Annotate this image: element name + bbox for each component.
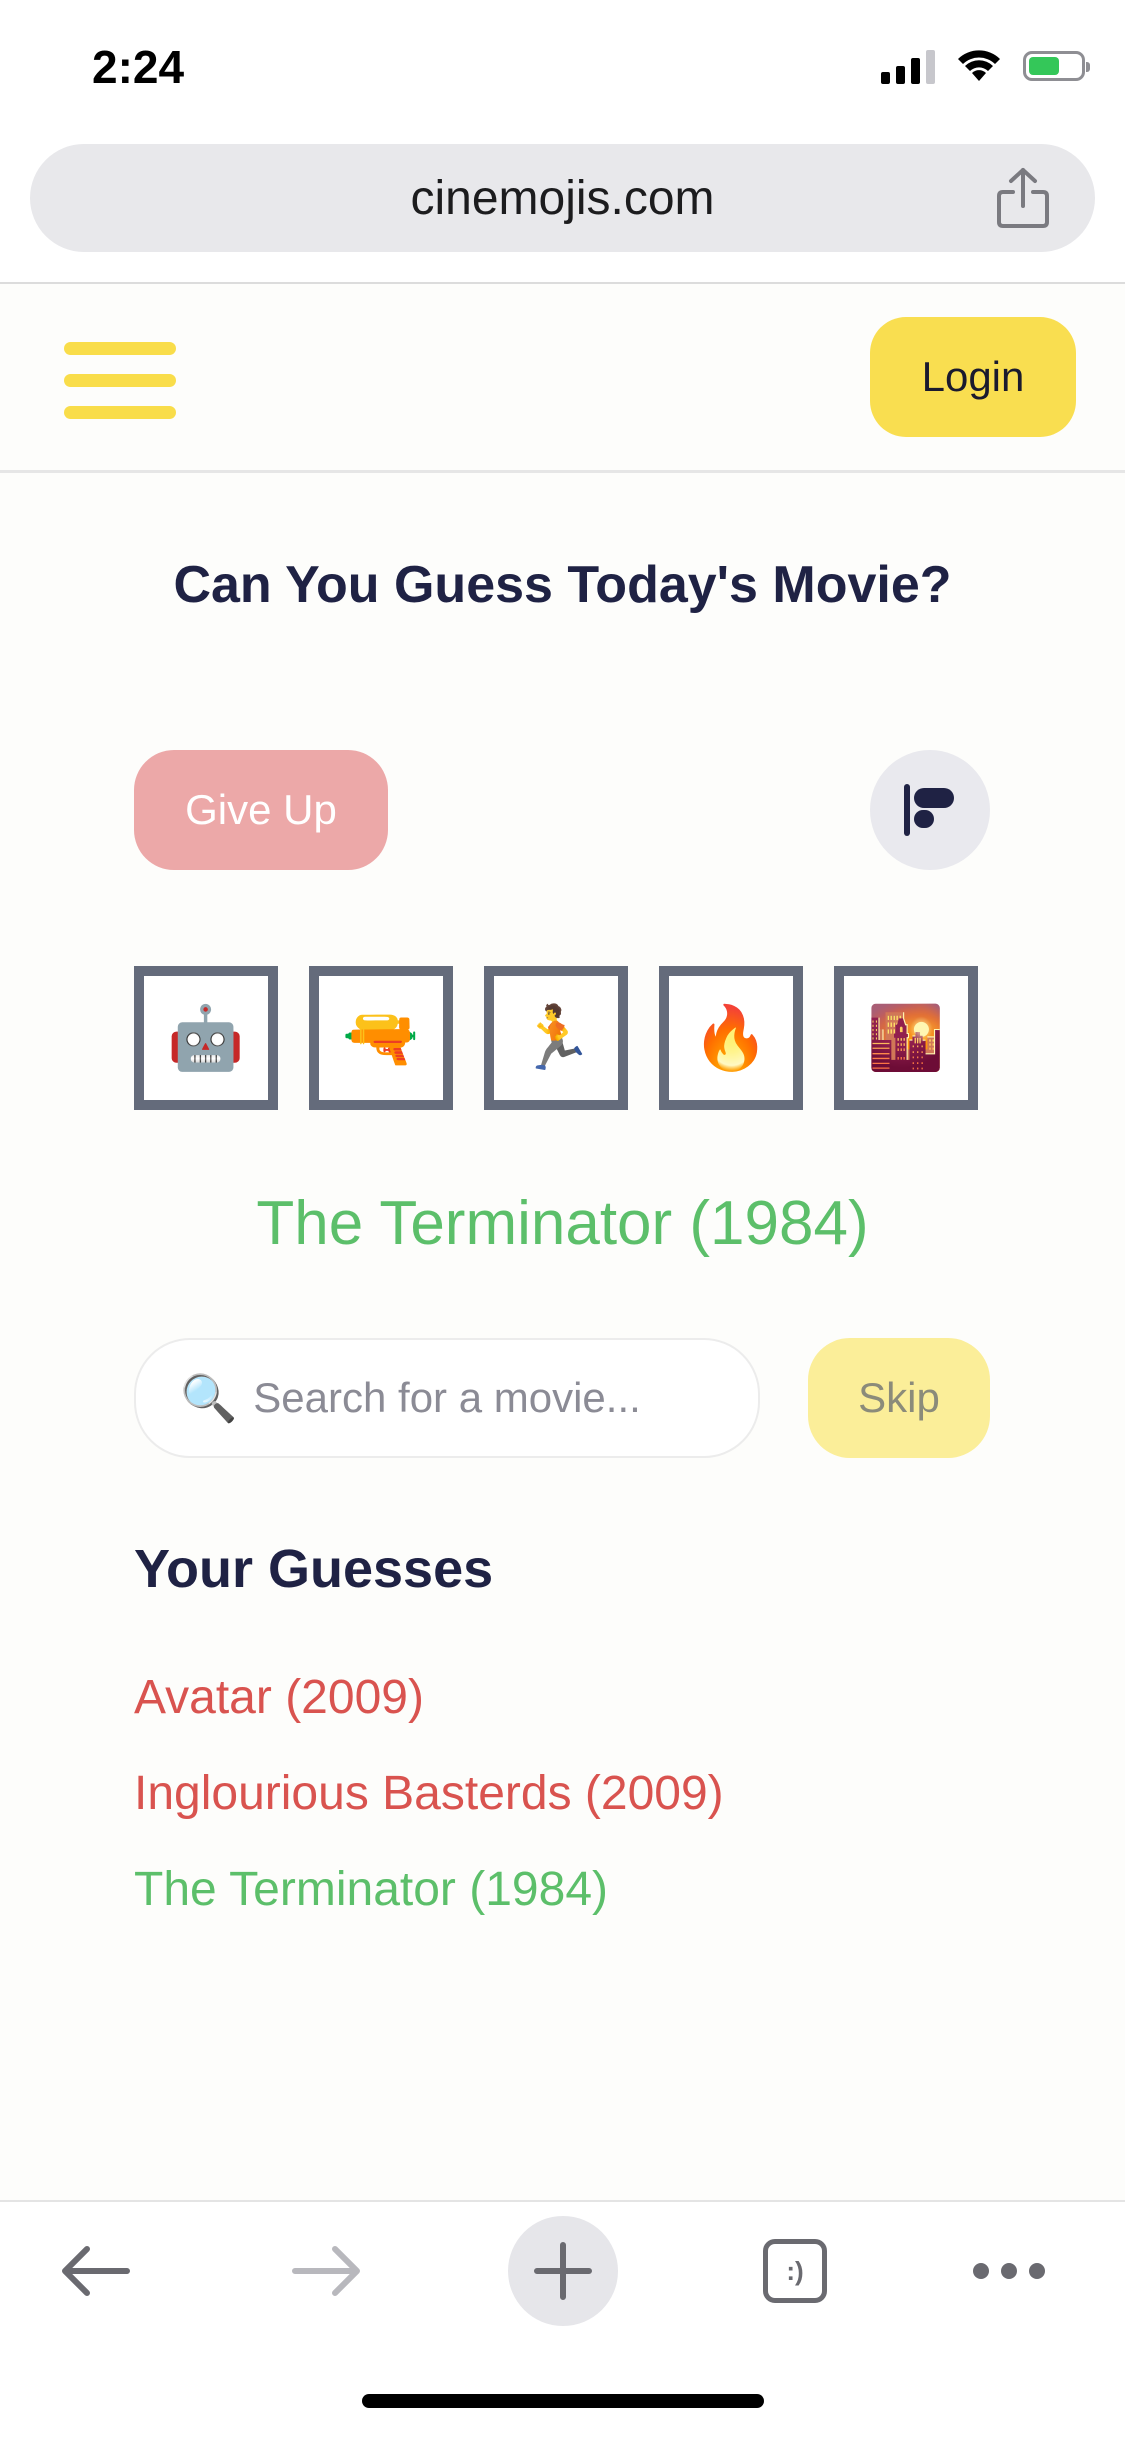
search-input[interactable]: [251, 1373, 736, 1423]
guesses-heading: Your Guesses: [134, 1539, 494, 1599]
tabs-button[interactable]: :): [740, 2216, 850, 2326]
emoji-clue: 🔫: [309, 966, 453, 1110]
status-time: 2:24: [92, 41, 185, 93]
answer-reveal: The Terminator (1984): [256, 1189, 869, 1258]
status-icons: [881, 48, 1090, 84]
url-bar[interactable]: cinemojis.com: [30, 144, 1095, 252]
wifi-icon: [958, 50, 1000, 81]
menu-icon[interactable]: [64, 342, 176, 420]
back-arrow-icon: [62, 2246, 130, 2296]
skip-button[interactable]: Skip: [808, 1338, 990, 1458]
stats-icon: [904, 784, 954, 836]
browser-address-area: cinemojis.com: [0, 140, 1125, 284]
site-header: Login: [0, 284, 1125, 473]
search-field[interactable]: 🔍: [134, 1338, 760, 1458]
more-dots-icon: [973, 2263, 1045, 2279]
emoji-clue: 🏃: [484, 966, 628, 1110]
stats-button[interactable]: [870, 750, 990, 870]
forward-arrow-icon: [292, 2246, 360, 2296]
search-icon: 🔍: [180, 1371, 238, 1424]
share-icon[interactable]: [995, 166, 1051, 230]
guess-item: Avatar (2009): [134, 1671, 424, 1724]
guess-item: Inglourious Basterds (2009): [134, 1767, 724, 1820]
new-tab-button[interactable]: [508, 2216, 618, 2326]
login-button[interactable]: Login: [870, 317, 1076, 437]
page-title: Can You Guess Today's Movie?: [173, 556, 952, 614]
cellular-signal-icon: [881, 48, 935, 84]
home-indicator: [362, 2394, 764, 2408]
plus-icon: [534, 2242, 592, 2300]
more-button[interactable]: [954, 2216, 1064, 2326]
battery-icon: [1023, 51, 1090, 81]
url-text: cinemojis.com: [410, 172, 715, 225]
tabs-glyph: :): [786, 2255, 804, 2286]
emoji-clue: 🤖: [134, 966, 278, 1110]
guess-item: The Terminator (1984): [134, 1863, 608, 1916]
emoji-clue: 🌇: [834, 966, 978, 1110]
tabs-icon: :): [763, 2239, 827, 2303]
status-bar: 2:24: [0, 0, 1125, 140]
emoji-clue: 🔥: [659, 966, 803, 1110]
back-button[interactable]: [40, 2216, 150, 2326]
emoji-clue-row: 🤖 🔫 🏃 🔥 🌇: [134, 966, 978, 1110]
give-up-button[interactable]: Give Up: [134, 750, 388, 870]
forward-button[interactable]: [272, 2216, 382, 2326]
